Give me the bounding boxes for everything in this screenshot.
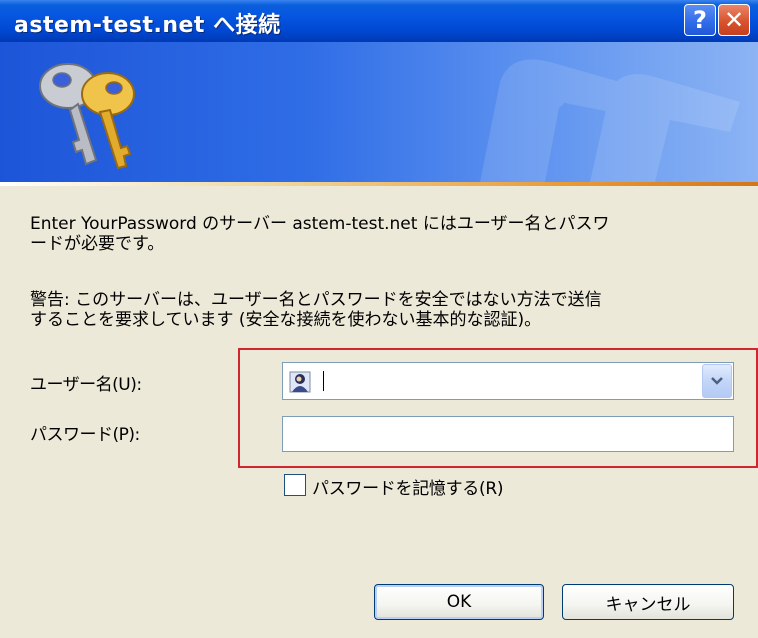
keys-watermark-icon [480, 59, 740, 182]
ok-button[interactable]: OK [374, 584, 544, 620]
help-button[interactable]: ? [684, 4, 716, 36]
password-input[interactable] [282, 416, 734, 452]
warning-message-line2: することを要求しています (安全な接続を使わない基本的な認証)。 [30, 310, 542, 330]
warning-message: 警告: このサーバーは、ユーザー名とパスワードを安全ではない方法で送信 すること… [30, 290, 730, 330]
close-icon: ✕ [723, 6, 745, 34]
remember-password-checkbox[interactable] [284, 474, 306, 496]
text-caret [323, 371, 324, 391]
cancel-button[interactable]: キャンセル [562, 584, 734, 620]
username-combobox[interactable] [282, 362, 734, 400]
window-title: astem-test.net へ接続 [14, 13, 281, 38]
warning-message-line1: 警告: このサーバーは、ユーザー名とパスワードを安全ではない方法で送信 [30, 290, 602, 310]
password-label: パスワード(P): [30, 425, 140, 445]
username-dropdown-button[interactable] [702, 364, 732, 398]
remember-password-label[interactable]: パスワードを記憶する(R) [312, 474, 503, 499]
close-button[interactable]: ✕ [718, 4, 750, 36]
login-dialog: astem-test.net へ接続 ? ✕ Enter YourPasswor… [0, 0, 758, 638]
user-avatar-icon [289, 371, 311, 393]
username-input[interactable] [319, 367, 697, 395]
title-bar[interactable]: astem-test.net へ接続 ? ✕ [0, 0, 758, 44]
server-message: Enter YourPassword のサーバー astem-test.net … [30, 214, 730, 254]
help-icon: ? [693, 6, 707, 34]
banner-divider [0, 182, 758, 186]
keys-icon [39, 63, 135, 170]
username-label: ユーザー名(U): [30, 375, 142, 395]
server-message-line1: Enter YourPassword のサーバー astem-test.net … [30, 214, 610, 234]
banner [0, 42, 758, 182]
chevron-down-icon [711, 377, 723, 385]
server-message-line2: ードが必要です。 [30, 234, 165, 254]
